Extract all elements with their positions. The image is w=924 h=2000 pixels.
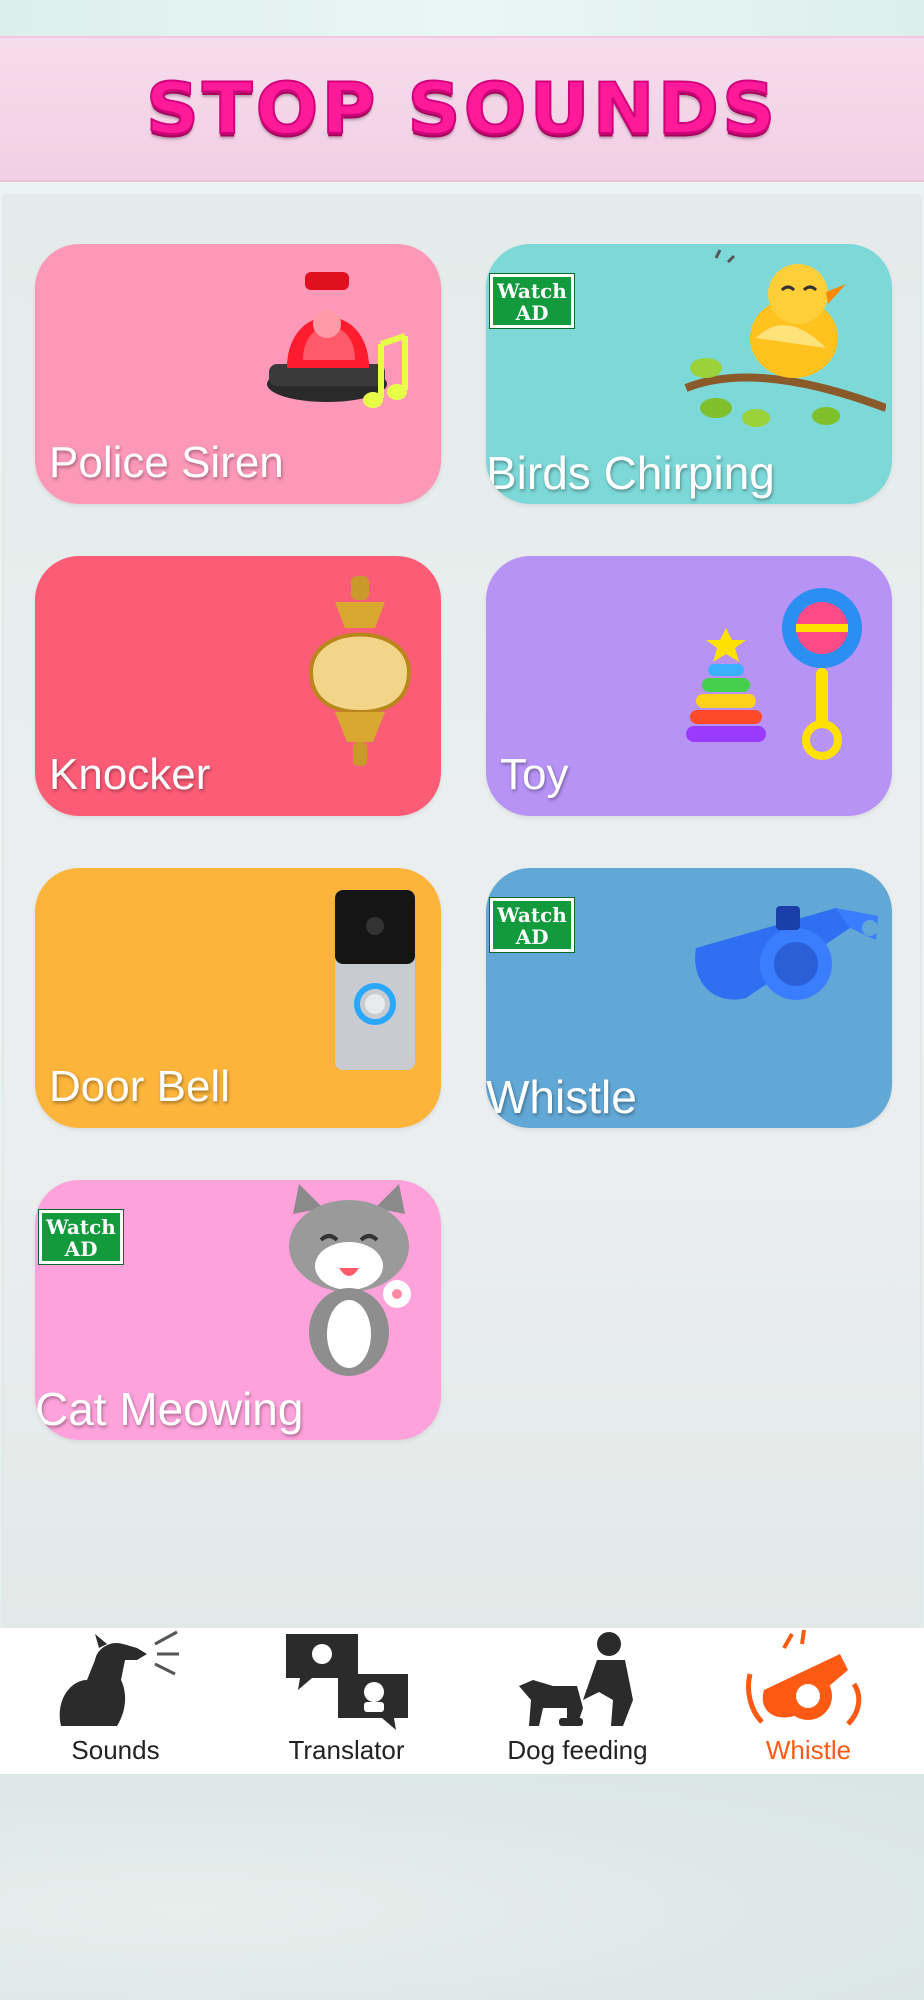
- bottom-nav: Sounds Translator Dog feeding Whistle: [0, 1628, 924, 1774]
- card-label: Police Siren: [49, 438, 284, 487]
- card-label: Whistle: [486, 1071, 637, 1123]
- nav-label: Whistle: [765, 1735, 852, 1765]
- nav-tab-translator[interactable]: Translator: [231, 1628, 462, 1774]
- app-header: STOP SOUNDS: [0, 36, 924, 182]
- nav-tab-whistle[interactable]: Whistle: [693, 1628, 924, 1774]
- card-toy[interactable]: Toy: [486, 556, 892, 816]
- translator-icon: [285, 1633, 408, 1730]
- card-label: Knocker: [49, 750, 211, 799]
- nav-tab-sounds[interactable]: Sounds: [0, 1628, 231, 1774]
- toy-icon: [686, 588, 862, 760]
- door-knocker-icon: [308, 576, 412, 766]
- police-siren-icon: [267, 272, 408, 408]
- watch-ad-badge: Watch AD: [38, 1209, 124, 1265]
- card-label: Cat Meowing: [35, 1383, 304, 1435]
- card-label: Door Bell: [49, 1062, 230, 1111]
- whistle-icon: [745, 1629, 861, 1726]
- nav-label: Sounds: [71, 1735, 160, 1765]
- card-label: Birds Chirping: [486, 447, 775, 499]
- watch-ad-badge: Watch AD: [489, 897, 575, 953]
- barking-dog-icon: [59, 1630, 179, 1726]
- whistle-icon: [695, 906, 878, 1000]
- card-police-siren[interactable]: Police Siren: [35, 244, 441, 504]
- nav-tab-dog-feeding[interactable]: Dog feeding: [462, 1628, 693, 1774]
- card-cat-meowing[interactable]: Watch AD Cat Meowing: [35, 1180, 441, 1440]
- bird-icon: [684, 249, 886, 427]
- nav-label: Translator: [288, 1735, 405, 1765]
- card-knocker[interactable]: Knocker: [35, 556, 441, 816]
- card-birds-chirping[interactable]: Watch AD Birds Chirping: [486, 244, 892, 504]
- status-strip: [0, 0, 924, 36]
- doorbell-icon: [335, 890, 415, 1070]
- background-area: [0, 1774, 924, 2000]
- cat-icon: [289, 1184, 411, 1376]
- sounds-grid: Police Siren Watch AD Birds Chirping Kno…: [2, 194, 922, 1628]
- card-whistle[interactable]: Watch AD Whistle: [486, 868, 892, 1128]
- page-title: STOP SOUNDS: [145, 67, 779, 151]
- card-label: Toy: [500, 750, 569, 799]
- watch-ad-badge: Watch AD: [489, 273, 575, 329]
- card-door-bell[interactable]: Door Bell: [35, 868, 441, 1128]
- dog-feeding-icon: [518, 1631, 633, 1726]
- nav-label: Dog feeding: [507, 1735, 648, 1765]
